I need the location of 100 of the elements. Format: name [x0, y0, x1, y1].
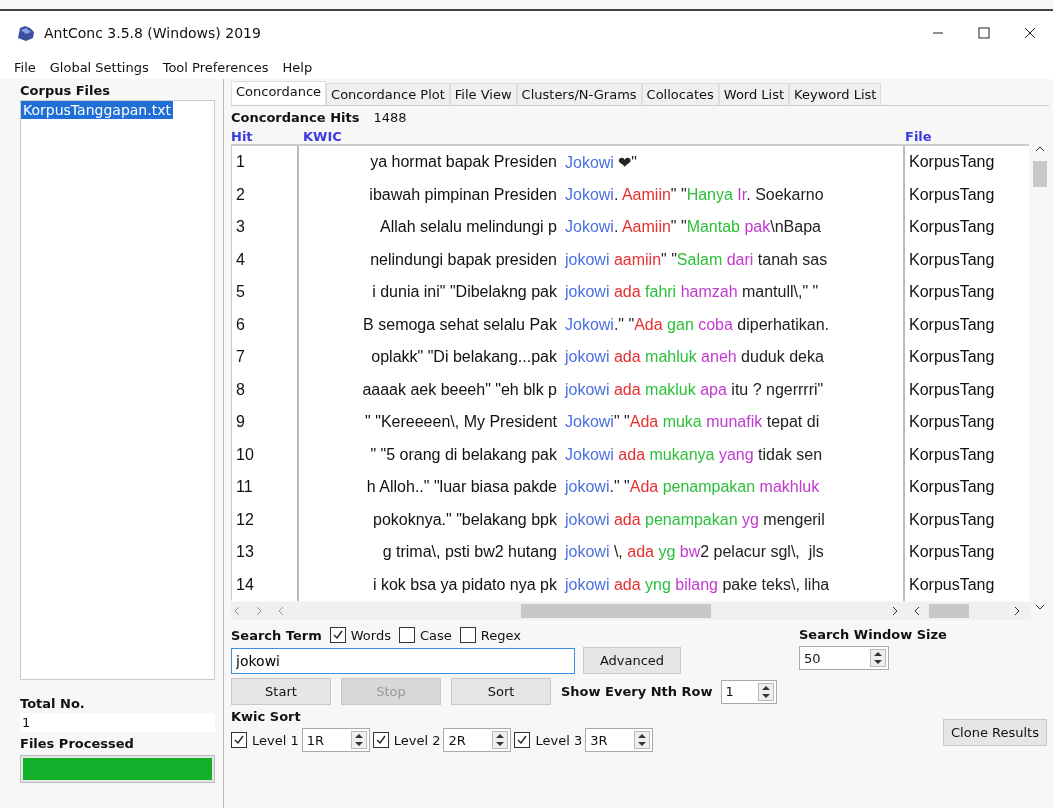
checkbox[interactable]: [514, 732, 531, 748]
left-context: pokoknya." "belakang bpk: [373, 510, 557, 529]
left-context: aaaak aek beeeh" "eh blk p: [362, 380, 557, 399]
nth-row-label: Show Every Nth Row: [561, 684, 713, 699]
level-spinner[interactable]: 1R: [301, 728, 370, 752]
window-size-spinner[interactable]: 50: [799, 646, 889, 670]
advanced-button[interactable]: Advanced: [583, 647, 681, 674]
file-cell-text: KorpusTang: [908, 444, 996, 465]
total-label: Total No.: [20, 696, 86, 711]
checkbox[interactable]: [372, 732, 389, 748]
tab[interactable]: Clusters/N-Grams: [516, 83, 642, 105]
right-context: jokowi." "Ada penampakan makhluk: [563, 478, 820, 497]
hit-number: 10: [236, 444, 255, 465]
right-context: jokowi ada makluk apa itu ? ngerrrri": [563, 380, 824, 399]
spinner-arrows-icon[interactable]: [492, 731, 509, 749]
file-cell-text: KorpusTang: [908, 477, 996, 498]
level-spinner[interactable]: 2R: [443, 728, 512, 752]
tab[interactable]: Concordance: [231, 81, 327, 105]
menu-item[interactable]: File: [14, 59, 36, 75]
option-label: Regex: [480, 627, 521, 643]
hit-number: 11: [236, 477, 254, 498]
right-context: Jokowi ❤": [564, 152, 638, 172]
hit-number: 3: [236, 217, 246, 238]
hit-number: 4: [236, 249, 246, 270]
kwic-sort-label: Kwic Sort: [231, 709, 302, 724]
tab[interactable]: Keyword List: [789, 83, 882, 105]
level-label: Level 3: [535, 732, 583, 748]
horizontal-scrollbar[interactable]: [231, 602, 911, 620]
option-label: Words: [350, 627, 391, 643]
file-cell-text: KorpusTang: [908, 184, 996, 205]
horizontal-scrollbar[interactable]: [911, 602, 1031, 620]
action-button[interactable]: Sort: [451, 678, 551, 705]
hits-count: 1488: [373, 110, 407, 125]
menu-item[interactable]: Global Settings: [49, 59, 149, 75]
file-cell-text: KorpusTang: [908, 574, 996, 595]
left-context: i kok bsa ya pidato nya pk: [372, 575, 557, 594]
left-context: g trima\, psti bw2 hutang: [382, 543, 557, 562]
left-context: nelindungi bapak presiden: [370, 250, 557, 269]
hit-number: 1: [236, 152, 246, 173]
window-size-label: Search Window Size: [799, 627, 948, 642]
spinner-arrows-icon[interactable]: [634, 731, 651, 749]
menu-item[interactable]: Help: [282, 59, 313, 75]
hit-number: 13: [236, 542, 255, 563]
app-icon: [16, 24, 36, 42]
file-cell-text: KorpusTang: [908, 314, 996, 335]
right-context: Jokowi ada mukanya yang tidak sen: [564, 445, 823, 464]
checkbox[interactable]: [398, 627, 415, 643]
hit-number: 12: [236, 509, 255, 530]
level-spinner[interactable]: 3R: [585, 728, 654, 752]
right-context: jokowi ada yng bilang pake teks\, liha: [563, 575, 830, 594]
search-field[interactable]: jokowi: [231, 647, 575, 674]
file-cell-text: KorpusTang: [908, 509, 996, 530]
hit-number: 9: [236, 412, 246, 433]
file-cell-text: KorpusTang: [908, 542, 996, 563]
tab[interactable]: File View: [449, 83, 517, 105]
hit-number: 8: [236, 379, 246, 400]
left-context: h Alloh.." "luar biasa pakde: [366, 478, 557, 497]
file-cell-text: KorpusTang: [908, 249, 996, 270]
checkbox[interactable]: [459, 627, 476, 643]
nth-row-spinner[interactable]: 1: [720, 679, 777, 704]
hit-number: 14: [236, 574, 255, 595]
right-context: jokowi ada fahri hamzah mantull\," ": [563, 283, 819, 302]
right-context: Jokowi." "Ada gan coba diperhatikan.: [564, 315, 829, 334]
spinner-arrows-icon[interactable]: [870, 649, 886, 667]
file-cell-text: KorpusTang: [908, 217, 996, 238]
hit-number: 5: [236, 282, 246, 303]
corpus-files-heading: Corpus Files: [20, 83, 112, 98]
file-cell-text: KorpusTang: [908, 347, 996, 368]
right-context: jokowi \, ada yg bw2 pelacur sgl\, jls: [563, 543, 824, 562]
level-label: Level 1: [252, 732, 299, 748]
spinner-arrows-icon[interactable]: [350, 731, 367, 749]
search-term-label: Search Term: [231, 627, 322, 643]
spinner-arrows-icon[interactable]: [757, 682, 774, 701]
action-button[interactable]: Start: [231, 678, 331, 705]
right-context: Jokowi. Aamiin" "Hanya Ir. Soekarno: [564, 185, 824, 204]
left-context: i dunia ini" "Dibelakng pak: [372, 283, 557, 302]
left-context: ya hormat bapak Presiden: [370, 153, 557, 172]
right-context: Jokowi" "Ada muka munafik tepat di: [564, 413, 820, 432]
total-value: 1: [20, 713, 215, 732]
file-cell-text: KorpusTang: [908, 412, 996, 433]
menu-item[interactable]: Tool Preferences: [162, 59, 269, 75]
hit-number: 7: [236, 347, 246, 368]
tab[interactable]: Word List: [718, 83, 790, 105]
hit-number: 6: [236, 314, 246, 335]
tab[interactable]: Collocates: [641, 83, 719, 105]
checkbox[interactable]: [231, 732, 247, 748]
file-cell-text: KorpusTang: [908, 379, 996, 400]
window-title: AntConc 3.5.8 (Windows) 2019: [44, 25, 262, 41]
file-cell-text: KorpusTang: [908, 282, 996, 303]
left-context: " "Kereeeen\, My President: [365, 413, 557, 432]
file-item[interactable]: KorpusTanggapan.txt: [21, 101, 173, 119]
checkbox[interactable]: [329, 627, 346, 643]
left-context: " "5 orang di belakang pak: [370, 445, 557, 464]
option-label: Case: [419, 627, 452, 643]
right-context: jokowi aamiin" "Salam dari tanah sas: [563, 250, 828, 269]
tab[interactable]: Concordance Plot: [326, 83, 450, 105]
hits-label: Concordance Hits: [231, 110, 360, 125]
files-processed-label: Files Processed: [20, 736, 135, 751]
left-context: ibawah pimpinan Presiden: [369, 185, 557, 204]
clone-results-button[interactable]: Clone Results: [943, 719, 1047, 746]
